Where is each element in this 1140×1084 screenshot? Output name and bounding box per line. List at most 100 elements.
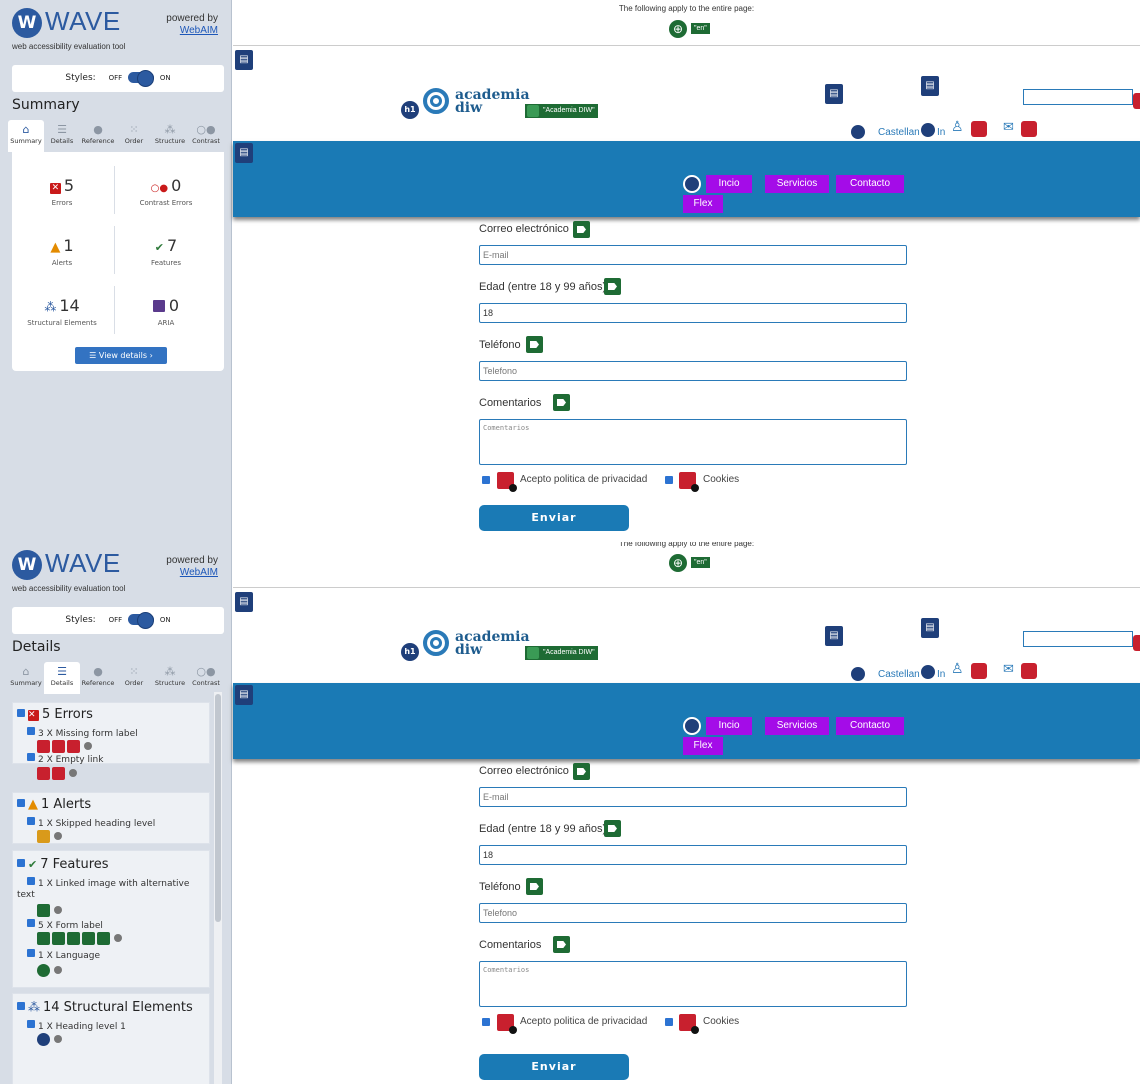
form-label-icon[interactable] <box>37 931 50 945</box>
cookies-checkbox[interactable] <box>665 476 673 484</box>
form-label-icon[interactable] <box>67 931 80 945</box>
form-label-icon[interactable] <box>573 221 590 238</box>
menu-incio[interactable]: Incio <box>706 175 752 193</box>
tab-reference[interactable]: ● Reference <box>80 662 116 694</box>
region-icon[interactable]: ▤ <box>235 50 253 70</box>
empty-link-error-icon[interactable] <box>1021 121 1037 137</box>
privacy-checkbox[interactable] <box>482 476 490 484</box>
form-label-icon[interactable] <box>604 278 621 295</box>
comments-field[interactable]: Comentarios <box>479 961 907 1007</box>
aria-stat[interactable]: 0 ARIA <box>116 286 216 344</box>
email-field[interactable]: E-mail <box>479 787 907 807</box>
nav-icon[interactable] <box>849 123 867 141</box>
list-item[interactable]: 1 X Language <box>27 949 205 962</box>
form-label-icon[interactable] <box>553 394 570 411</box>
form-label-icon[interactable] <box>526 336 543 353</box>
missing-label-error-icon[interactable] <box>497 472 517 492</box>
lang-link-2[interactable]: In <box>937 127 945 138</box>
age-field[interactable]: 18 <box>479 845 907 865</box>
globe-icon[interactable]: ⊕ <box>669 20 687 38</box>
h1-icon[interactable]: h1 <box>401 101 419 119</box>
empty-link-error-icon[interactable] <box>971 663 987 679</box>
tab-order[interactable]: ⁙ Order <box>116 662 152 694</box>
tab-order[interactable]: ⁙ Order <box>116 120 152 152</box>
nav-icon[interactable] <box>683 717 701 735</box>
contrast-stat[interactable]: ○● 0 Contrast Errors <box>116 166 216 224</box>
group-title[interactable]: ▲ 1 Alerts <box>17 797 91 812</box>
linked-image-icon[interactable] <box>37 903 50 917</box>
region-icon[interactable]: ▤ <box>235 592 253 612</box>
form-label-icon[interactable] <box>52 931 65 945</box>
h1-icon[interactable] <box>37 1032 50 1046</box>
nav-icon[interactable] <box>849 665 867 683</box>
info-icon[interactable] <box>69 769 77 777</box>
menu-flex[interactable]: Flex <box>683 737 723 755</box>
comments-field[interactable]: Comentarios <box>479 419 907 465</box>
form-label-icon[interactable] <box>553 936 570 953</box>
group-checkbox[interactable] <box>17 859 25 867</box>
phone-field[interactable]: Telefono <box>479 903 907 923</box>
nav-icon[interactable] <box>683 175 701 193</box>
structural-stat[interactable]: ⁂ 14 Structural Elements <box>12 286 112 344</box>
error-icon[interactable] <box>1133 635 1140 651</box>
submit-button[interactable]: Enviar <box>479 505 629 531</box>
form-label-icon[interactable] <box>604 820 621 837</box>
user-icon[interactable]: ♙ <box>951 118 964 135</box>
form-label-icon[interactable] <box>82 931 95 945</box>
list-region-icon[interactable]: ▤ <box>921 618 939 638</box>
tab-contrast[interactable]: ○● Contrast <box>188 120 224 152</box>
search-input[interactable] <box>1023 631 1133 647</box>
item-checkbox[interactable] <box>27 919 35 927</box>
language-icon[interactable] <box>37 963 50 977</box>
missing-label-error-icon[interactable] <box>497 1014 517 1034</box>
info-icon[interactable] <box>84 742 92 750</box>
empty-link-error-icon[interactable] <box>1021 663 1037 679</box>
tab-structure[interactable]: ⁂ Structure <box>152 662 188 694</box>
age-field[interactable]: 18 <box>479 303 907 323</box>
alerts-stat[interactable]: ▲ 1 Alerts <box>12 226 112 284</box>
nav-icon[interactable] <box>919 121 937 139</box>
form-label-icon[interactable] <box>526 878 543 895</box>
menu-servicios[interactable]: Servicios <box>765 175 829 193</box>
submit-button[interactable]: Enviar <box>479 1054 629 1080</box>
list-region-icon[interactable]: ▤ <box>825 84 843 104</box>
menu-contacto[interactable]: Contacto <box>836 717 904 735</box>
skipped-heading-icon[interactable] <box>37 829 50 843</box>
privacy-checkbox[interactable] <box>482 1018 490 1026</box>
list-region-icon[interactable]: ▤ <box>921 76 939 96</box>
empty-link-icon[interactable] <box>52 766 65 780</box>
mail-icon[interactable]: ✉ <box>1003 119 1014 135</box>
webaim-link[interactable]: WebAIM <box>148 567 218 579</box>
item-checkbox[interactable] <box>27 877 35 885</box>
view-details-button[interactable]: ☰ View details › <box>75 347 167 364</box>
styles-toggle[interactable] <box>128 70 154 87</box>
menu-servicios[interactable]: Servicios <box>765 717 829 735</box>
mail-icon[interactable]: ✉ <box>1003 661 1014 677</box>
logo-icon[interactable] <box>423 88 449 114</box>
info-icon[interactable] <box>54 966 62 974</box>
tab-details[interactable]: ☰ Details <box>44 662 80 694</box>
item-checkbox[interactable] <box>27 753 35 761</box>
info-icon[interactable] <box>114 934 122 942</box>
form-label-icon[interactable] <box>573 763 590 780</box>
missing-label-icon[interactable] <box>67 739 80 753</box>
missing-label-error-icon[interactable] <box>679 1014 699 1034</box>
phone-field[interactable]: Telefono <box>479 361 907 381</box>
search-input[interactable] <box>1023 89 1133 105</box>
missing-label-icon[interactable] <box>52 739 65 753</box>
cookies-checkbox[interactable] <box>665 1018 673 1026</box>
empty-link-error-icon[interactable] <box>971 121 987 137</box>
menu-flex[interactable]: Flex <box>683 195 723 213</box>
list-region-icon[interactable]: ▤ <box>825 626 843 646</box>
nav-icon[interactable] <box>919 663 937 681</box>
user-icon[interactable]: ♙ <box>951 660 964 677</box>
tab-summary[interactable]: ⌂ Summary <box>8 120 44 152</box>
tab-reference[interactable]: ● Reference <box>80 120 116 152</box>
list-item[interactable]: 1 X Linked image with alternative text <box>17 877 205 901</box>
item-checkbox[interactable] <box>27 817 35 825</box>
info-icon[interactable] <box>54 906 62 914</box>
menu-incio[interactable]: Incio <box>706 717 752 735</box>
email-field[interactable]: E-mail <box>479 245 907 265</box>
error-icon[interactable] <box>1133 93 1140 109</box>
info-icon[interactable] <box>54 1035 62 1043</box>
